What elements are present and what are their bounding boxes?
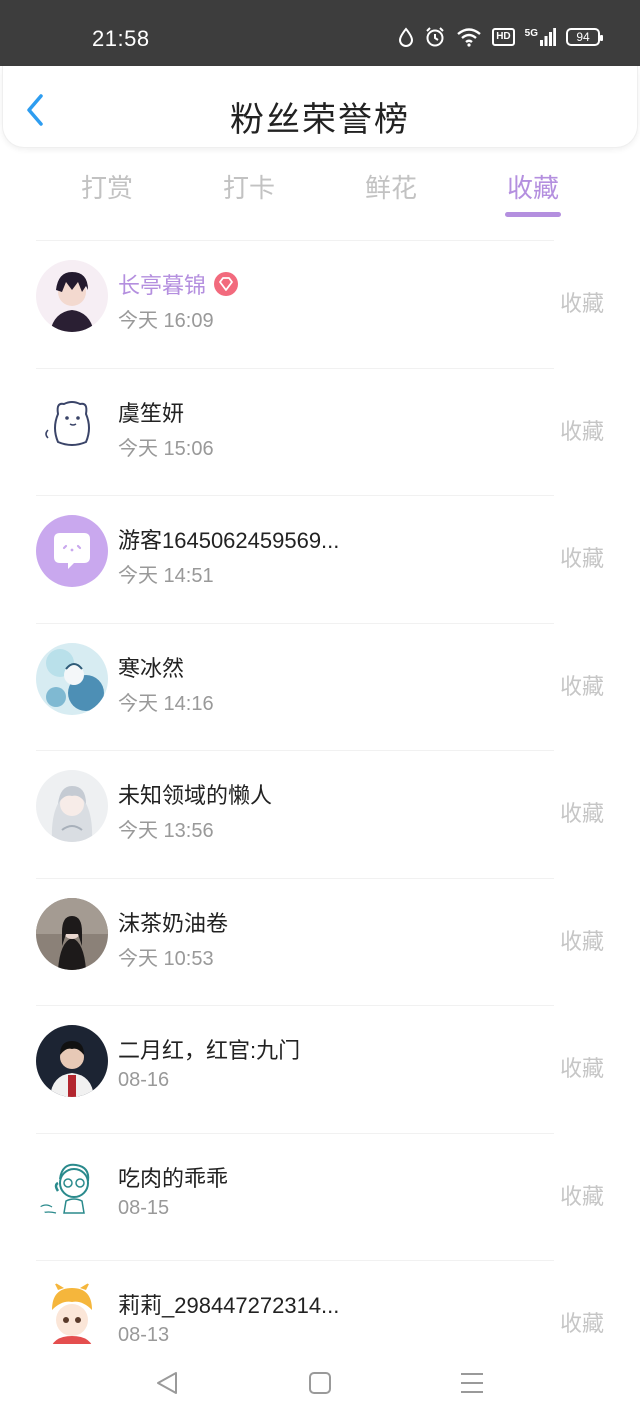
divider xyxy=(36,1132,554,1134)
fan-time: 今天 10:53 xyxy=(118,947,214,970)
action-label: 收藏 xyxy=(559,418,604,444)
nav-home-button[interactable] xyxy=(300,1368,340,1398)
tab-bar: 打赏 打卡 鲜花 收藏 xyxy=(0,160,640,220)
divider xyxy=(36,750,554,751)
fan-name: 虞笙妍 xyxy=(118,400,185,426)
tab-checkin[interactable]: 打卡 xyxy=(194,168,304,205)
avatar[interactable] xyxy=(36,387,108,460)
menu-lines-icon xyxy=(461,1373,483,1393)
fan-name: 莉莉_298447272314... xyxy=(118,1293,340,1318)
signal-5g-icon: 5G xyxy=(525,28,556,46)
tab-tip[interactable]: 打赏 xyxy=(52,168,162,205)
fan-name: 长亭暮锦 xyxy=(118,268,239,300)
action-label: 收藏 xyxy=(559,1311,604,1336)
active-tab-indicator xyxy=(505,212,561,217)
status-bar: 21:58 HD 5G 94 xyxy=(0,0,640,66)
fan-list: 长亭暮锦 今天 16:09 收藏 虞笙妍 今天 15:06 收藏 游客16450… xyxy=(0,240,640,1388)
list-item[interactable]: 长亭暮锦 今天 16:09 收藏 xyxy=(0,240,640,368)
tab-favorite[interactable]: 收藏 xyxy=(478,168,588,205)
status-time: 21:58 xyxy=(92,26,150,51)
divider xyxy=(36,495,554,496)
fan-time: 今天 16:09 xyxy=(118,310,214,332)
fan-name: 二月红，红官:九门 xyxy=(118,1038,301,1063)
action-label: 收藏 xyxy=(559,928,604,954)
fan-time: 08-16 xyxy=(118,1069,170,1091)
avatar[interactable] xyxy=(36,1280,108,1352)
fan-name: 沫茶奶油卷 xyxy=(118,910,229,936)
back-triangle-icon xyxy=(157,1372,177,1394)
avatar[interactable] xyxy=(36,642,108,715)
list-item[interactable]: 寒冰然 今天 14:16 收藏 xyxy=(0,622,640,751)
list-item[interactable]: 吃肉的乖乖 08-15 收藏 xyxy=(0,1132,640,1261)
fan-time: 08-15 xyxy=(118,1196,170,1219)
divider xyxy=(36,1005,554,1006)
status-icons: HD 5G 94 xyxy=(398,26,603,48)
fan-name: 寒冰然 xyxy=(118,655,185,681)
action-label: 收藏 xyxy=(559,546,604,571)
divider xyxy=(36,1260,554,1261)
action-label: 收藏 xyxy=(559,1056,604,1081)
nav-back-button[interactable] xyxy=(148,1368,188,1398)
avatar[interactable] xyxy=(36,897,108,970)
action-label: 收藏 xyxy=(559,291,604,316)
avatar[interactable] xyxy=(36,515,108,587)
wifi-icon xyxy=(456,27,482,47)
avatar[interactable] xyxy=(36,1025,108,1097)
avatar[interactable] xyxy=(36,1152,108,1225)
list-item[interactable]: 二月红，红官:九门 08-16 收藏 xyxy=(0,1005,640,1133)
tab-flower[interactable]: 鲜花 xyxy=(336,168,446,205)
fan-time: 今天 15:06 xyxy=(118,437,214,460)
home-square-icon xyxy=(309,1372,331,1394)
system-nav-bar xyxy=(0,1344,640,1422)
divider xyxy=(36,622,554,624)
action-label: 收藏 xyxy=(559,673,604,699)
page-title: 粉丝荣誉榜 xyxy=(230,101,410,139)
list-item[interactable]: 虞笙妍 今天 15:06 收藏 xyxy=(0,367,640,496)
battery-icon: 94 xyxy=(566,28,603,46)
list-item[interactable]: 未知领域的懒人 今天 13:56 收藏 xyxy=(0,750,640,878)
diamond-badge-icon xyxy=(214,272,239,296)
avatar[interactable] xyxy=(36,260,108,332)
avatar[interactable] xyxy=(36,770,108,842)
network-label: 5G xyxy=(524,28,538,39)
divider xyxy=(36,877,554,879)
divider xyxy=(36,367,554,369)
fan-time: 今天 14:16 xyxy=(118,692,214,715)
list-item[interactable]: 沫茶奶油卷 今天 10:53 收藏 xyxy=(0,877,640,1006)
nav-menu-button[interactable] xyxy=(452,1368,492,1398)
fan-time: 今天 13:56 xyxy=(118,820,214,842)
list-item[interactable]: 游客1645062459569... 今天 14:51 收藏 xyxy=(0,495,640,623)
fan-name-text: 长亭暮锦 xyxy=(118,273,207,298)
alarm-icon xyxy=(424,26,446,48)
hd-icon: HD xyxy=(492,28,515,46)
fan-name: 吃肉的乖乖 xyxy=(118,1165,229,1191)
fan-time: 今天 14:51 xyxy=(118,565,214,587)
action-label: 收藏 xyxy=(559,1183,604,1209)
header: 粉丝荣誉榜 xyxy=(2,66,638,148)
fan-name: 游客1645062459569... xyxy=(118,528,340,553)
divider xyxy=(36,240,554,241)
fan-name: 未知领域的懒人 xyxy=(118,783,273,808)
water-drop-icon xyxy=(398,27,414,47)
action-label: 收藏 xyxy=(559,801,604,826)
